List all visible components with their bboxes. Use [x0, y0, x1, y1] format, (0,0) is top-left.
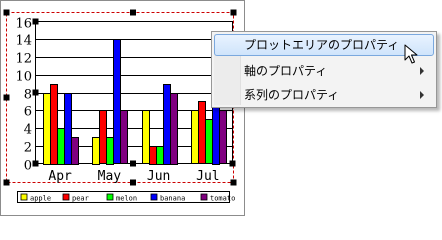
menu-item-plot-area-properties[interactable]: プロットエリアのプロパティ: [214, 34, 434, 56]
chart-window[interactable]: 0 2 4 6 8 10 12 14 16 Apr May Jun Jul apple pear melo…: [0, 0, 245, 216]
y-tick-label: 6: [24, 105, 32, 120]
selection-handle[interactable]: [3, 94, 10, 101]
bar-pear-Jun[interactable]: [149, 146, 157, 165]
selection-handle[interactable]: [130, 179, 136, 186]
legend-label-tomato: tomato: [210, 195, 235, 203]
mouse-pointer-icon: [404, 44, 418, 64]
bar-apple-Jun[interactable]: [142, 110, 150, 164]
menu-item-axis-properties[interactable]: 軸のプロパティ: [214, 60, 434, 82]
selection-handle[interactable]: [230, 179, 237, 186]
selection-handle[interactable]: [32, 160, 39, 167]
bar-banana-Jun[interactable]: [163, 84, 171, 165]
selection-handle[interactable]: [32, 18, 39, 25]
y-tick-label: 12: [15, 52, 32, 67]
selection-handle[interactable]: [32, 89, 39, 96]
y-tick-label: 0: [24, 159, 32, 174]
legend-swatch-apple: [20, 193, 28, 201]
x-tick-label: May: [98, 169, 122, 184]
bar-melon-Jun[interactable]: [156, 146, 164, 165]
submenu-arrow-icon: [420, 67, 424, 75]
bar-apple-May[interactable]: [92, 137, 100, 165]
selection-handle[interactable]: [130, 160, 136, 167]
bar-apple-Jul[interactable]: [191, 110, 199, 164]
y-tick-label: 8: [24, 88, 32, 103]
bar-melon-Jul[interactable]: [205, 119, 213, 164]
legend-label-pear: pear: [72, 195, 89, 203]
selection-handle[interactable]: [230, 9, 237, 16]
menu-item-label: プロットエリアのプロパティ: [244, 38, 400, 52]
bar-pear-Jul[interactable]: [198, 101, 206, 164]
menu-item-series-properties[interactable]: 系列のプロパティ: [214, 84, 434, 106]
selection-handle[interactable]: [3, 179, 10, 186]
x-tick-label: Jun: [147, 169, 170, 184]
selection-handle[interactable]: [3, 9, 10, 16]
bar-apple-Apr[interactable]: [43, 93, 51, 165]
y-tick-label: 16: [15, 17, 32, 32]
submenu-arrow-icon: [420, 91, 424, 99]
bar-pear-May[interactable]: [99, 110, 107, 164]
bar-banana-Apr[interactable]: [64, 93, 72, 165]
legend-swatch-banana: [150, 193, 158, 201]
bar-tomato-Jun[interactable]: [170, 93, 178, 165]
legend-swatch-melon: [106, 193, 114, 201]
legend-swatch-pear: [62, 193, 70, 201]
legend-label-apple: apple: [30, 195, 51, 203]
legend-swatch-tomato: [200, 193, 208, 201]
menu-item-label: 系列のプロパティ: [244, 88, 340, 102]
selection-handle[interactable]: [229, 160, 236, 167]
x-tick-label: Jul: [196, 169, 219, 184]
bar-tomato-Apr[interactable]: [71, 137, 79, 165]
legend-label-banana: banana: [160, 195, 185, 203]
y-tick-label: 10: [15, 70, 32, 85]
bar-tomato-Jul[interactable]: [219, 110, 227, 164]
y-tick-label: 4: [24, 123, 32, 138]
bar-pear-Apr[interactable]: [50, 84, 58, 165]
menu-item-label: 軸のプロパティ: [244, 64, 328, 78]
y-tick-label: 2: [24, 141, 32, 156]
legend-label-melon: melon: [116, 195, 137, 203]
bar-melon-May[interactable]: [106, 137, 114, 165]
bar-melon-Apr[interactable]: [57, 128, 65, 165]
selection-handle[interactable]: [130, 9, 136, 16]
chart-canvas[interactable]: 0 2 4 6 8 10 12 14 16 Apr May Jun Jul apple pear melo…: [1, 1, 246, 217]
bar-tomato-May[interactable]: [120, 110, 128, 164]
x-tick-label: Apr: [48, 169, 72, 184]
y-tick-label: 14: [15, 34, 32, 49]
bar-banana-May[interactable]: [113, 39, 121, 164]
context-menu[interactable]: プロットエリアのプロパティ 軸のプロパティ 系列のプロパティ: [211, 31, 437, 108]
